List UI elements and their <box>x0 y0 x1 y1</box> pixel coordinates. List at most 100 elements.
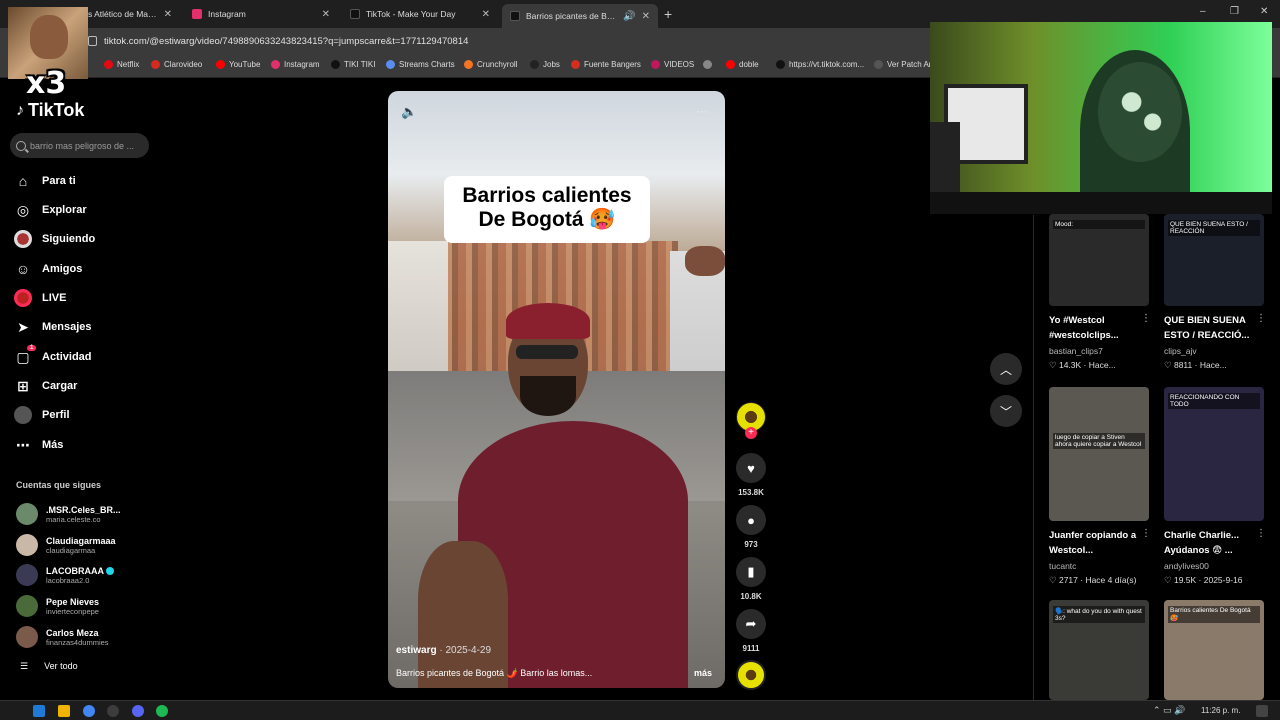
close-icon[interactable]: ✕ <box>322 9 330 20</box>
sidebar-item-para-ti[interactable]: ⌂ Para ti <box>14 172 76 190</box>
account-handle: claudiagarmaa <box>46 545 96 555</box>
system-tray-icons[interactable]: ⌃ ▭ 🔊 <box>1153 705 1185 716</box>
bookmark-item[interactable]: Fuente Bangers <box>571 60 641 69</box>
related-video-user[interactable]: bastian_clips7 <box>1049 346 1103 356</box>
notifications-icon[interactable] <box>1256 705 1268 717</box>
related-video-title[interactable]: QUE BIEN SUENA ESTO / REACCIÓ... <box>1164 313 1254 343</box>
related-video-thumbnail[interactable]: luego de copiar a Stiven ahora quiere co… <box>1049 387 1149 521</box>
obs-icon[interactable] <box>107 705 119 717</box>
sidebar-item-m-s[interactable]: ⋯ Más <box>14 436 63 454</box>
sidebar-item-cargar[interactable]: ⊞ Cargar <box>14 377 77 395</box>
see-all-button[interactable]: ☰ Ver todo <box>20 661 78 672</box>
following-account[interactable]: Claudiagarmaaa claudiagarmaa <box>16 534 116 556</box>
video-menu-icon[interactable]: ··· <box>696 104 708 118</box>
mute-icon[interactable]: 🔈 <box>401 104 417 120</box>
bookmark-item[interactable]: YouTube <box>216 60 260 69</box>
author-name[interactable]: estiwarg <box>396 645 437 656</box>
related-video-thumbnail[interactable]: Mood: <box>1049 214 1149 306</box>
tab-label: Instagram <box>208 9 246 19</box>
like-button[interactable]: ♥ <box>736 453 766 483</box>
comment-button[interactable]: ● <box>736 505 766 535</box>
tab-instagram[interactable]: Instagram ✕ <box>184 4 338 24</box>
bookmark-item[interactable]: Clarovideo <box>151 60 202 69</box>
instagram-icon <box>192 9 202 19</box>
related-video-title[interactable]: Juanfer copiando a Westcol... <box>1049 528 1139 558</box>
discord-icon[interactable] <box>132 705 144 717</box>
music-disc-icon[interactable] <box>736 660 766 690</box>
new-tab-button[interactable]: + <box>664 6 672 22</box>
windows-start-icon[interactable] <box>33 705 45 717</box>
thumbnail-text: 🗣️: what do you do with quest 3s? <box>1053 606 1145 623</box>
spotify-icon[interactable] <box>156 705 168 717</box>
following-account[interactable]: LACOBRAAA lacobraaa2.0 <box>16 564 114 586</box>
clock[interactable]: 11:26 p. m. <box>1201 706 1240 715</box>
like-count: 153.8K <box>738 488 764 497</box>
related-video-user[interactable]: andylives00 <box>1164 561 1209 571</box>
bookmark-item[interactable]: Crunchyroll <box>464 60 517 69</box>
following-account[interactable]: .MSR.Celes_BR... maria.celeste.co <box>16 503 121 525</box>
sidebar-item-mensajes[interactable]: ➤ Mensajes <box>14 318 91 336</box>
close-icon[interactable]: ✕ <box>642 11 650 22</box>
more-options-icon[interactable]: ⋮ <box>1256 528 1266 539</box>
site-info-icon[interactable] <box>88 36 97 46</box>
bookmark-item[interactable] <box>703 60 716 69</box>
sidebar-item-siguiendo[interactable]: Siguiendo <box>14 230 95 248</box>
related-video-title[interactable]: Yo #Westcol #westcolclips... <box>1049 313 1139 343</box>
sidebar-item-actividad[interactable]: ▢ 1 Actividad <box>14 345 92 366</box>
sidebar-item-label: Actividad <box>42 351 92 363</box>
more-options-icon[interactable]: ⋮ <box>1141 528 1151 539</box>
related-video-user[interactable]: clips_ajv <box>1164 346 1197 356</box>
friends-icon: ☺ <box>15 261 31 277</box>
tab-barrios-picantes[interactable]: Barrios picantes de Bogotá 🔊 ✕ <box>502 4 658 28</box>
account-name: LACOBRAAA <box>46 566 114 576</box>
more-button[interactable]: más <box>694 668 712 678</box>
sidebar-item-perfil[interactable]: Perfil <box>14 406 70 424</box>
search-input[interactable]: barrio mas peligroso de ... <box>10 133 149 158</box>
bookmark-item[interactable]: Jobs <box>530 60 560 69</box>
bookmark-favicon-icon <box>703 60 712 69</box>
restore-button[interactable]: ❐ <box>1230 6 1239 17</box>
sidebar-item-amigos[interactable]: ☺ Amigos <box>14 260 83 278</box>
chrome-icon[interactable] <box>83 705 95 717</box>
sidebar-item-live[interactable]: LIVE <box>14 289 66 307</box>
bookmark-favicon-icon <box>271 60 280 69</box>
related-video-thumbnail[interactable]: Barrios calientes De Bogotá 🥵 <box>1164 600 1264 700</box>
file-explorer-icon[interactable] <box>58 705 70 717</box>
tiktok-logo[interactable]: ♪ TikTok <box>16 100 84 121</box>
related-video-thumbnail[interactable]: QUE BIEN SUENA ESTO / REACCIÓN <box>1164 214 1264 306</box>
next-video-button[interactable]: ﹀ <box>990 395 1022 427</box>
tab-tiktok-home[interactable]: TikTok - Make Your Day ✕ <box>342 4 498 24</box>
bookmark-item[interactable]: Instagram <box>271 60 320 69</box>
share-button[interactable]: ➦ <box>736 609 766 639</box>
bookmark-item[interactable]: Ver Patch Ar <box>874 60 931 69</box>
url-input[interactable]: tiktok.com/@estiwarg/video/7498890633243… <box>104 36 468 47</box>
more-options-icon[interactable]: ⋮ <box>1141 313 1151 324</box>
bookmark-item[interactable]: Streams Charts <box>386 60 455 69</box>
close-icon[interactable]: ✕ <box>482 9 490 20</box>
bookmark-item[interactable]: VIDEOS <box>651 60 694 69</box>
save-button[interactable]: ▮ <box>736 557 766 587</box>
related-video-thumbnail[interactable]: 🗣️: what do you do with quest 3s? <box>1049 600 1149 700</box>
close-window-button[interactable]: ✕ <box>1260 6 1268 17</box>
bookmark-item[interactable]: https://vt.tiktok.com... <box>776 60 864 69</box>
close-icon[interactable]: ✕ <box>164 9 172 20</box>
following-account[interactable]: Pepe Nieves invierteconpepe <box>16 595 99 617</box>
chevron-down-icon: ﹀ <box>999 404 1012 419</box>
sidebar-item-label: Siguiendo <box>42 233 96 245</box>
bookmark-item[interactable]: doble <box>726 60 759 69</box>
follow-plus-icon[interactable]: + <box>745 427 757 439</box>
bookmark-item[interactable]: Netflix <box>104 60 139 69</box>
bookmark-item[interactable]: TIKI TIKI <box>331 60 375 69</box>
following-account[interactable]: Carlos Meza finanzas4dummies <box>16 626 109 648</box>
taskbar: ⌃ ▭ 🔊 11:26 p. m. <box>0 700 1280 720</box>
more-options-icon[interactable]: ⋮ <box>1256 313 1266 324</box>
related-video-user[interactable]: tucantc <box>1049 561 1076 571</box>
video-author[interactable]: estiwarg · 2025-4-29 <box>396 645 491 656</box>
previous-video-button[interactable]: ︿ <box>990 353 1022 385</box>
minimize-button[interactable]: – <box>1200 6 1206 17</box>
tab-atletico[interactable]: s Atlético de Madrid ✕ <box>80 4 180 24</box>
speaker-icon[interactable]: 🔊 <box>623 11 635 22</box>
related-video-thumbnail[interactable]: REACCIONANDO CON TODO <box>1164 387 1264 521</box>
sidebar-item-explorar[interactable]: ◎ Explorar <box>14 201 87 219</box>
related-video-title[interactable]: Charlie Charlie... Ayúdanos 😨 ... <box>1164 528 1254 558</box>
